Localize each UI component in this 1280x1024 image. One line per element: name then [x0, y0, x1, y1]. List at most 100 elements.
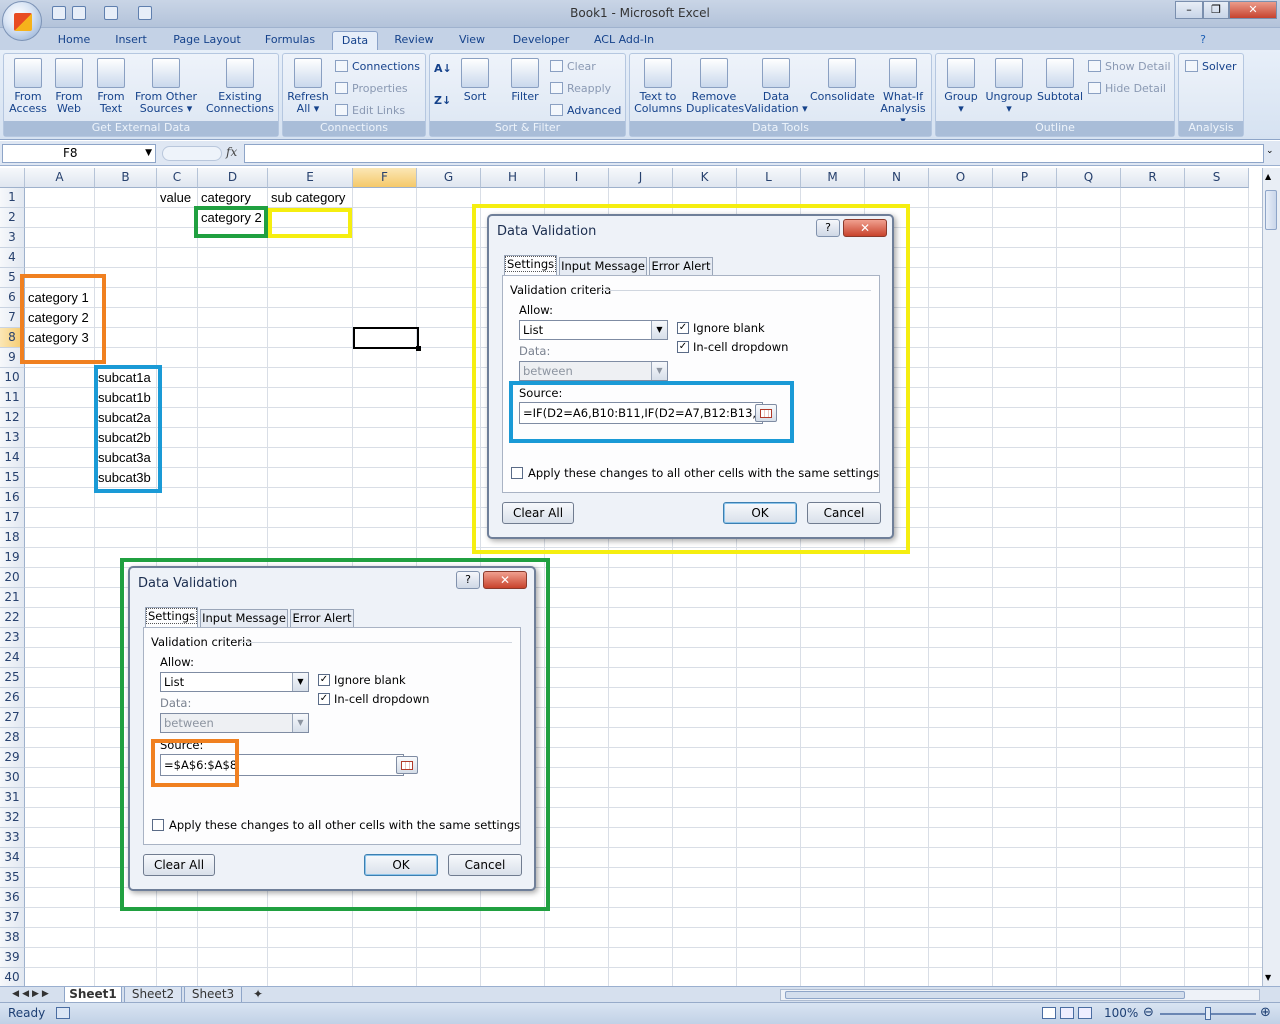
- insert-sheet-icon[interactable]: ✦: [248, 987, 268, 1003]
- tab-settings[interactable]: Settings: [504, 255, 557, 276]
- row-header-5[interactable]: 5: [0, 268, 25, 288]
- row-header-38[interactable]: 38: [0, 928, 25, 948]
- row-header-7[interactable]: 7: [0, 308, 25, 328]
- column-header-b[interactable]: B: [95, 168, 157, 188]
- tab-acl-add-in[interactable]: ACL Add-In: [588, 31, 660, 50]
- cell-b15[interactable]: subcat3b: [96, 468, 151, 488]
- select-all-corner[interactable]: [0, 168, 25, 188]
- row-header-12[interactable]: 12: [0, 408, 25, 428]
- page-break-view-icon[interactable]: [1078, 1007, 1092, 1019]
- sort-ascending-icon[interactable]: A↓: [434, 62, 452, 75]
- column-header-r[interactable]: R: [1121, 168, 1185, 188]
- row-header-15[interactable]: 15: [0, 468, 25, 488]
- column-header-j[interactable]: J: [609, 168, 673, 188]
- column-header-k[interactable]: K: [673, 168, 737, 188]
- tab-settings[interactable]: Settings: [145, 607, 198, 628]
- restore-button[interactable]: ❐: [1203, 1, 1229, 19]
- column-header-m[interactable]: M: [801, 168, 865, 188]
- horizontal-scrollbar[interactable]: [780, 989, 1260, 1001]
- row-header-9[interactable]: 9: [0, 348, 25, 368]
- sheet-nav-arrows-icon[interactable]: ◀◀▶▶: [4, 987, 60, 1003]
- collapse-dialog-button[interactable]: [396, 756, 418, 774]
- tab-error-alert[interactable]: Error Alert: [290, 609, 354, 628]
- chevron-down-icon[interactable]: ▼: [651, 321, 667, 339]
- formula-input[interactable]: [244, 144, 1264, 163]
- row-header-10[interactable]: 10: [0, 368, 25, 388]
- what-if-analysis-button[interactable]: What-IfAnalysis ▾: [876, 58, 930, 127]
- sheet-tab-sheet2[interactable]: Sheet2: [124, 987, 182, 1003]
- row-header-34[interactable]: 34: [0, 848, 25, 868]
- edit-links-button[interactable]: Edit Links: [335, 104, 405, 117]
- row-header-21[interactable]: 21: [0, 588, 25, 608]
- row-header-31[interactable]: 31: [0, 788, 25, 808]
- from-text-button[interactable]: From Text: [92, 58, 130, 115]
- row-header-14[interactable]: 14: [0, 448, 25, 468]
- row-header-13[interactable]: 13: [0, 428, 25, 448]
- column-header-i[interactable]: I: [545, 168, 609, 188]
- cell-b12[interactable]: subcat2a: [96, 408, 151, 428]
- row-header-19[interactable]: 19: [0, 548, 25, 568]
- row-header-22[interactable]: 22: [0, 608, 25, 628]
- row-header-40[interactable]: 40: [0, 968, 25, 986]
- solver-button[interactable]: Solver: [1185, 60, 1237, 73]
- tab-review[interactable]: Review: [388, 31, 440, 50]
- minimize-button[interactable]: –: [1175, 1, 1203, 19]
- hide-detail-button[interactable]: Hide Detail: [1088, 82, 1166, 95]
- tab-home[interactable]: Home: [52, 31, 96, 50]
- apply-all-checkbox[interactable]: [511, 467, 523, 479]
- row-header-37[interactable]: 37: [0, 908, 25, 928]
- row-header-28[interactable]: 28: [0, 728, 25, 748]
- existing-connections-button[interactable]: Existing Connections: [204, 58, 276, 115]
- collapse-dialog-button[interactable]: [755, 404, 777, 422]
- group-button[interactable]: Group ▾: [938, 58, 984, 115]
- refresh-all-button[interactable]: Refresh All ▾: [285, 58, 331, 115]
- row-header-29[interactable]: 29: [0, 748, 25, 768]
- ignore-blank-checkbox[interactable]: ✓: [677, 322, 689, 334]
- cell-d2[interactable]: category 2: [199, 208, 262, 228]
- from-other-sources-button[interactable]: From Other Sources ▾: [132, 58, 200, 115]
- row-header-6[interactable]: 6: [0, 288, 25, 308]
- row-header-8[interactable]: 8: [0, 328, 25, 348]
- from-web-button[interactable]: From Web: [50, 58, 88, 115]
- advanced-filter-button[interactable]: Advanced: [550, 104, 621, 117]
- clear-filter-button[interactable]: Clear: [550, 60, 596, 73]
- tab-error-alert[interactable]: Error Alert: [649, 257, 713, 276]
- column-header-a[interactable]: A: [25, 168, 95, 188]
- page-layout-view-icon[interactable]: [1060, 1007, 1074, 1019]
- cell-b10[interactable]: subcat1a: [96, 368, 151, 388]
- formula-bar-handle-icon[interactable]: [162, 146, 222, 161]
- vertical-scrollbar[interactable]: ▲ ▼: [1262, 168, 1280, 986]
- row-header-4[interactable]: 4: [0, 248, 25, 268]
- clear-all-button[interactable]: Clear All: [502, 502, 574, 524]
- row-header-20[interactable]: 20: [0, 568, 25, 588]
- show-detail-button[interactable]: Show Detail: [1088, 60, 1171, 73]
- cell-b13[interactable]: subcat2b: [96, 428, 151, 448]
- cell-a6[interactable]: category 1: [26, 288, 89, 308]
- row-header-16[interactable]: 16: [0, 488, 25, 508]
- name-box[interactable]: F8 ▼: [2, 144, 156, 163]
- properties-button[interactable]: Properties: [335, 82, 408, 95]
- row-header-32[interactable]: 32: [0, 808, 25, 828]
- cell-a7[interactable]: category 2: [26, 308, 89, 328]
- clear-all-button[interactable]: Clear All: [143, 854, 215, 876]
- connections-button[interactable]: Connections: [335, 60, 420, 73]
- worksheet-grid[interactable]: ABCDEFGHIJKLMNOPQRS 1 2 3 4 5 6 7 8 9 10 11 12 13 14 1…: [0, 168, 1262, 986]
- scroll-up-icon[interactable]: ▲: [1265, 172, 1271, 181]
- column-header-f[interactable]: F: [353, 168, 417, 188]
- cancel-button[interactable]: Cancel: [807, 502, 881, 524]
- cell-b14[interactable]: subcat3a: [96, 448, 151, 468]
- row-header-30[interactable]: 30: [0, 768, 25, 788]
- ignore-blank-checkbox[interactable]: ✓: [318, 674, 330, 686]
- row-header-27[interactable]: 27: [0, 708, 25, 728]
- cell-e1[interactable]: sub category: [269, 188, 345, 208]
- dialog-close-button[interactable]: ✕: [843, 219, 887, 237]
- reapply-button[interactable]: Reapply: [550, 82, 611, 95]
- consolidate-button[interactable]: Consolidate: [810, 58, 875, 103]
- row-header-3[interactable]: 3: [0, 228, 25, 248]
- text-to-columns-button[interactable]: Text to Columns: [632, 58, 684, 115]
- name-box-dropdown-icon[interactable]: ▼: [145, 145, 152, 162]
- in-cell-dropdown-checkbox[interactable]: ✓: [318, 693, 330, 705]
- row-header-18[interactable]: 18: [0, 528, 25, 548]
- hscroll-thumb[interactable]: [785, 991, 1185, 999]
- column-header-p[interactable]: P: [993, 168, 1057, 188]
